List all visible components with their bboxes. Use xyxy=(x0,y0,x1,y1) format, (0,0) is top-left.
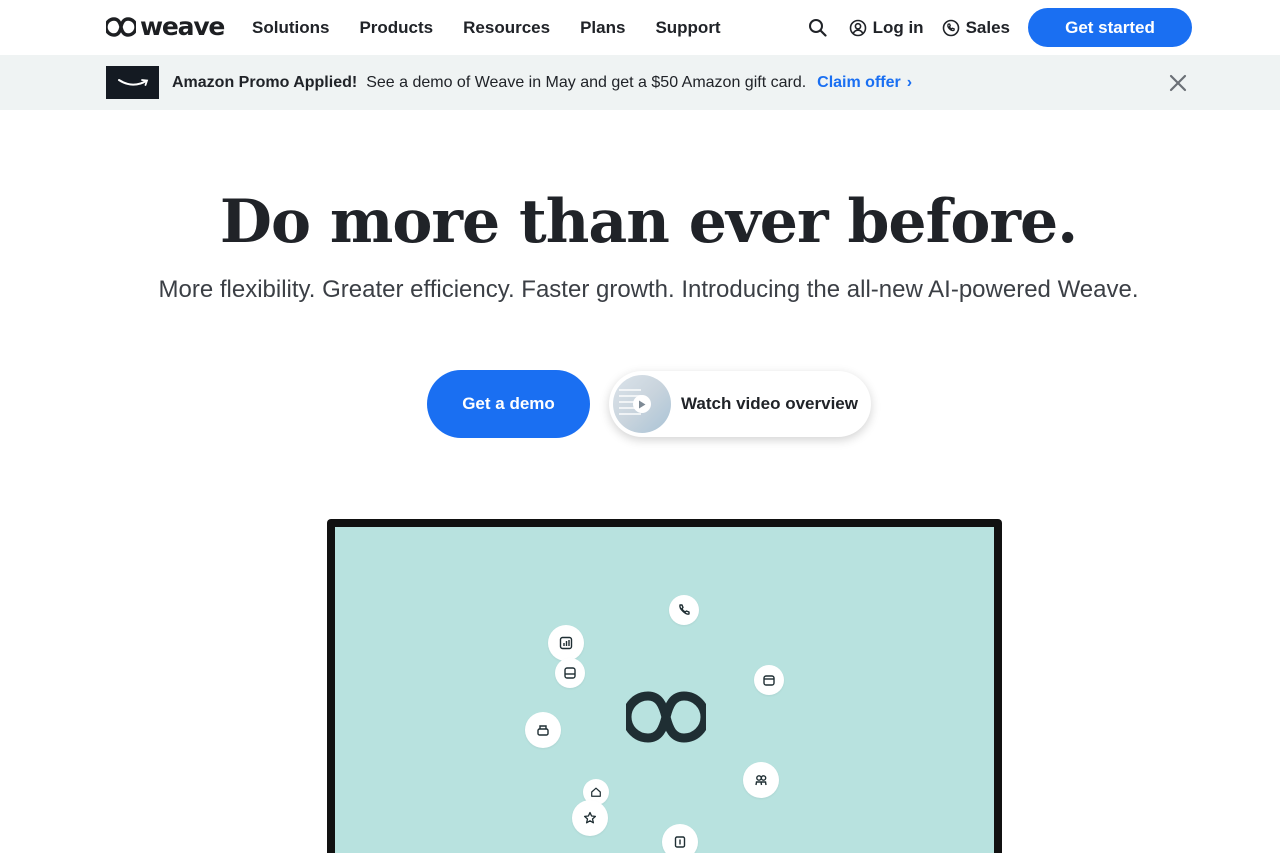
amazon-smile-icon xyxy=(117,78,148,86)
promo-text: Amazon Promo Applied! See a demo of Weav… xyxy=(172,55,912,110)
watch-video-button[interactable]: Watch video overview xyxy=(609,371,871,437)
play-icon xyxy=(633,395,651,413)
team-icon xyxy=(743,762,779,798)
nav-solutions[interactable]: Solutions xyxy=(252,18,329,38)
calendar-icon xyxy=(754,665,784,695)
login-label: Log in xyxy=(872,17,924,37)
watch-video-label: Watch video overview xyxy=(681,394,858,413)
claim-offer-label: Claim offer xyxy=(817,73,901,91)
analytics-icon xyxy=(548,625,584,661)
nav-resources[interactable]: Resources xyxy=(463,18,550,38)
search-icon xyxy=(808,19,827,37)
nav-support[interactable]: Support xyxy=(655,18,720,38)
video-thumbnail xyxy=(613,375,671,433)
weave-logo-icon xyxy=(106,17,136,37)
user-circle-icon xyxy=(849,19,866,36)
claim-offer-link[interactable]: Claim offer › xyxy=(817,74,912,92)
close-promo-button[interactable] xyxy=(1168,73,1188,93)
phone-icon xyxy=(669,595,699,625)
main-nav: Solutions Products Resources Plans Suppo… xyxy=(252,0,751,55)
weave-logo[interactable]: weave xyxy=(106,12,225,41)
nav-plans[interactable]: Plans xyxy=(580,18,625,38)
login-link[interactable]: Log in xyxy=(849,18,924,38)
phone-icon xyxy=(942,19,959,36)
close-icon xyxy=(1169,74,1187,92)
device-screen xyxy=(335,527,994,853)
amazon-logo xyxy=(106,66,159,99)
hero-actions: Get a demo Watch video overview xyxy=(427,370,871,438)
promo-banner: Amazon Promo Applied! See a demo of Weav… xyxy=(0,55,1280,110)
sales-link[interactable]: Sales xyxy=(942,18,1010,38)
inbox-icon xyxy=(555,658,585,688)
top-nav: weave Solutions Products Resources Plans… xyxy=(0,0,1280,55)
get-demo-button[interactable]: Get a demo xyxy=(427,370,590,438)
nav-products[interactable]: Products xyxy=(359,18,433,38)
billing-icon xyxy=(662,824,698,853)
nav-actions: Log in Sales Get started xyxy=(808,0,1192,55)
hero-subtitle: More flexibility. Greater efficiency. Fa… xyxy=(158,276,1139,303)
hero-title: Do more than ever before. xyxy=(219,187,1078,257)
star-icon xyxy=(572,800,608,836)
promo-title: Amazon Promo Applied! xyxy=(172,73,358,91)
sales-label: Sales xyxy=(965,17,1010,37)
promo-body: See a demo of Weave in May and get a $50… xyxy=(366,73,807,91)
logo-text: weave xyxy=(140,12,225,41)
payments-icon xyxy=(525,712,561,748)
device-mockup xyxy=(327,519,1002,853)
weave-logo-icon xyxy=(626,691,706,743)
search-button[interactable] xyxy=(808,18,827,37)
get-started-button[interactable]: Get started xyxy=(1028,8,1192,47)
chevron-right-icon: › xyxy=(906,73,913,91)
